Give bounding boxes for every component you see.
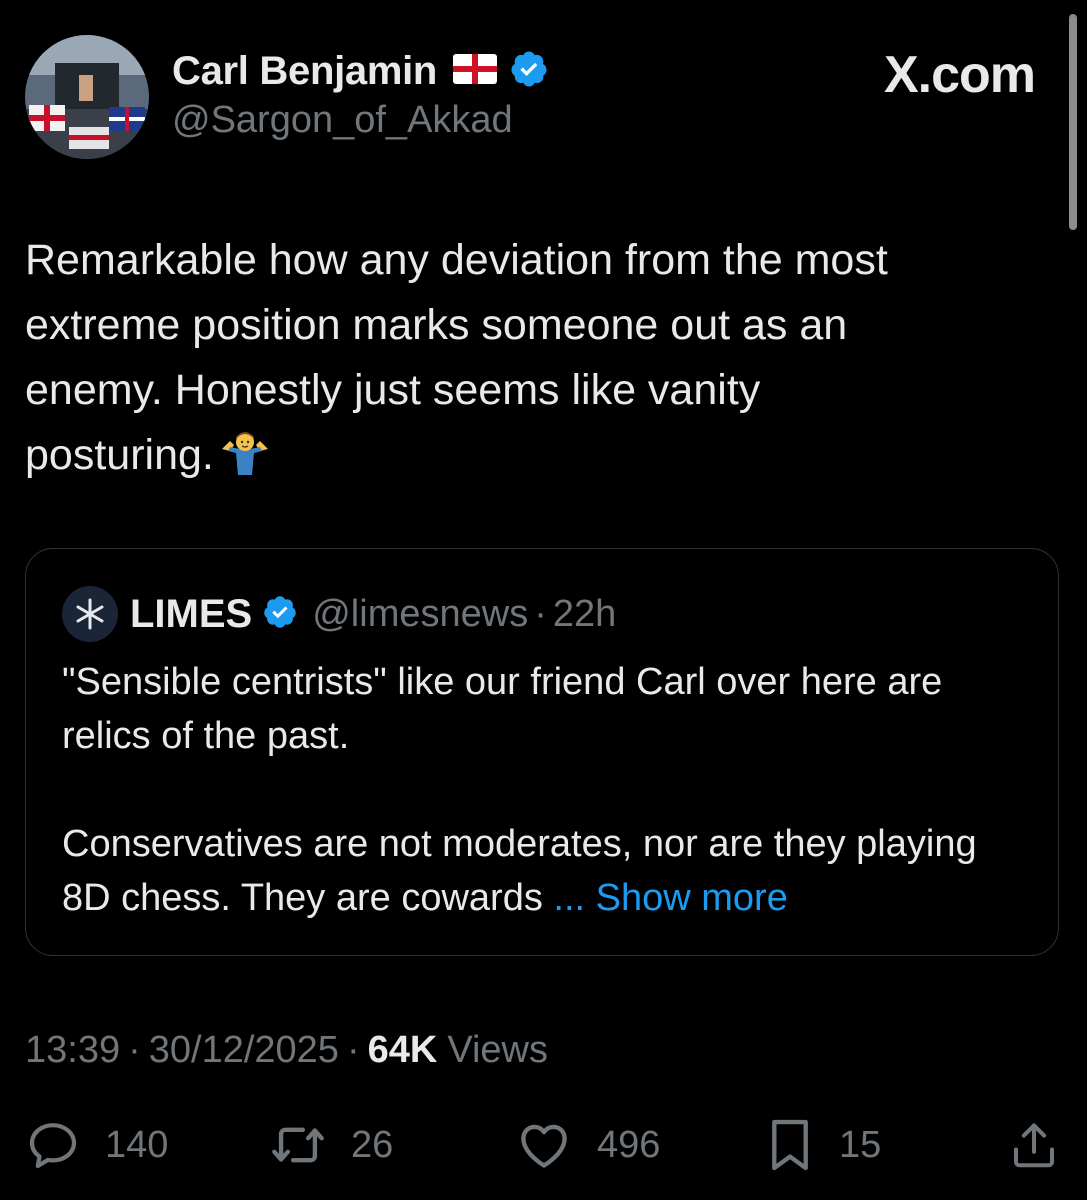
limes-avatar[interactable] [62,586,118,642]
views-count: 64K [367,1028,438,1071]
reply-icon [29,1123,77,1169]
separator-dot: · [534,592,547,635]
scrollbar[interactable] [1069,14,1077,230]
separator-dot: · [346,1028,360,1071]
reply-button[interactable]: 140 [25,1115,168,1175]
tweet-meta: 13:39 · 30/12/2025 · 64K Views [25,1022,548,1078]
like-button[interactable]: 496 [515,1115,660,1175]
display-name[interactable]: Carl Benjamin [172,49,437,94]
repost-count: 26 [351,1123,394,1166]
bookmark-icon [772,1119,808,1171]
share-button[interactable] [1007,1115,1061,1175]
heart-icon [521,1124,567,1168]
bookmark-button[interactable]: 15 [765,1115,881,1175]
share-icon [1013,1123,1055,1168]
quoted-tweet-header: LIMES @limesnews · 22h [62,586,616,642]
quoted-tweet-text: "Sensible centrists" like our friend Car… [62,655,1022,925]
quoted-paragraph: "Sensible centrists" like our friend Car… [62,661,943,757]
quoted-paragraph-text: Conservatives are not moderates, nor are… [62,823,977,919]
author-handle[interactable]: @Sargon_of_Akkad [172,99,549,142]
quoted-paragraph: Conservatives are not moderates, nor are… [62,817,1022,925]
quoted-handle[interactable]: @limesnews [312,593,528,636]
bookmark-count: 15 [839,1123,882,1166]
asterisk-logo-icon [76,598,104,630]
tweet-text: Remarkable how any deviation from the mo… [25,228,1045,496]
action-bar: 140 26 496 15 [25,1115,1062,1175]
views-label: Views [447,1028,548,1071]
separator-dot: · [128,1028,141,1071]
england-flag-icon [453,53,498,89]
verified-badge-icon [262,594,298,635]
quoted-timestamp[interactable]: 22h [553,593,616,636]
repost-icon [272,1127,324,1163]
tweet-header: Carl Benjamin @Sargon_of_Akkad X.com [25,35,1036,160]
person-shrugging-icon [220,427,270,496]
tweet-date[interactable]: 30/12/2025 [149,1029,339,1072]
tweet-body: Remarkable how any deviation from the mo… [25,236,888,479]
show-more-link[interactable]: ... Show more [553,877,787,919]
quoted-display-name[interactable]: LIMES [130,592,252,637]
author-info: Carl Benjamin @Sargon_of_Akkad [172,47,549,142]
reply-count: 140 [105,1123,169,1166]
like-count: 496 [597,1123,661,1166]
verified-badge-icon [509,49,549,94]
quoted-tweet[interactable]: LIMES @limesnews · 22h "Sensible centris… [25,548,1059,956]
x-com-watermark: X.com [883,46,1036,104]
name-row: Carl Benjamin [172,47,549,95]
tweet-time[interactable]: 13:39 [25,1029,120,1072]
avatar[interactable] [25,35,149,159]
repost-button[interactable]: 26 [269,1115,393,1175]
